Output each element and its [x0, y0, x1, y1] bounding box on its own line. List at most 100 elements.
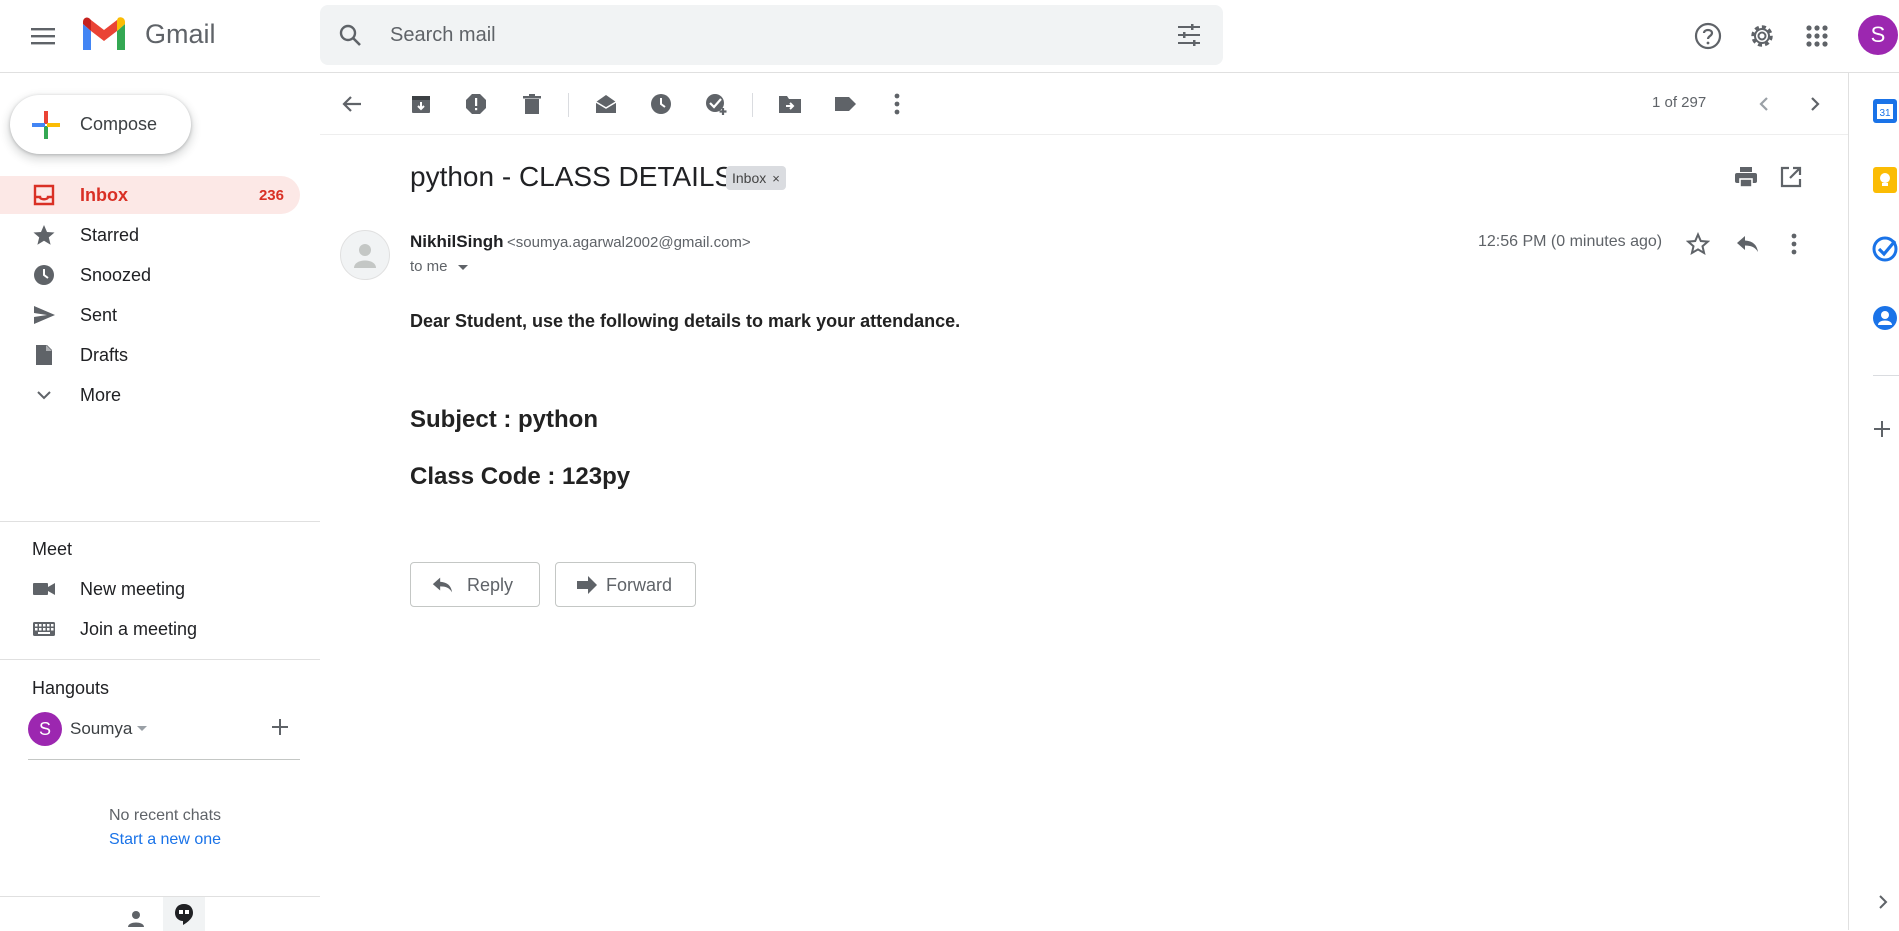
top-header: Gmail S: [0, 0, 1899, 73]
hangouts-tab[interactable]: [163, 897, 205, 931]
more-message-options-button[interactable]: [1778, 228, 1810, 260]
recipient-text: to me: [410, 258, 448, 275]
star-message-button[interactable]: [1682, 228, 1714, 260]
inbox-icon: [32, 183, 56, 207]
compose-plus-icon: [30, 109, 62, 141]
side-panel: 31: [1848, 73, 1899, 930]
join-meeting-link[interactable]: Join a meeting: [0, 610, 300, 648]
open-new-window-button[interactable]: [1775, 161, 1807, 193]
gear-icon: [1751, 25, 1773, 47]
person-icon: [128, 911, 144, 927]
back-button[interactable]: [334, 86, 370, 122]
snooze-button[interactable]: [643, 86, 679, 122]
search-input[interactable]: [390, 19, 1130, 51]
report-icon: [466, 94, 486, 114]
side-panel-divider: [1873, 375, 1899, 376]
help-button[interactable]: [1688, 16, 1728, 56]
google-apps-button[interactable]: [1797, 16, 1837, 56]
tasks-icon: [1872, 236, 1898, 262]
search-icon[interactable]: [334, 19, 366, 51]
archive-icon: [412, 96, 430, 113]
sidebar-item-label: Sent: [80, 305, 118, 325]
plus-icon: [272, 719, 288, 735]
remove-label-button[interactable]: ×: [772, 171, 780, 186]
message-view: 1 of 297 python - CLASS DETAILS Inbox × N…: [320, 73, 1848, 930]
reply-icon-button[interactable]: [1731, 228, 1763, 260]
get-addons-button[interactable]: [1871, 418, 1899, 446]
reply-icon: [431, 575, 453, 595]
sidebar-item-inbox[interactable]: Inbox 236: [0, 176, 300, 214]
apps-grid-icon: [1806, 25, 1828, 47]
more-vert-icon: [1791, 233, 1797, 255]
search-options-icon[interactable]: [1173, 19, 1205, 51]
sender-name[interactable]: NikhilSingh: [410, 232, 504, 252]
contacts-app-button[interactable]: [1871, 304, 1899, 332]
delete-button[interactable]: [514, 86, 550, 122]
add-to-tasks-button[interactable]: [698, 86, 734, 122]
new-meeting-link[interactable]: New meeting: [0, 570, 300, 608]
reply-button[interactable]: Reply: [410, 562, 540, 607]
contacts-tab[interactable]: [124, 907, 148, 931]
show-details-caret-icon[interactable]: [454, 258, 472, 276]
sidebar-item-starred[interactable]: Starred: [0, 216, 300, 254]
sidebar-item-sent[interactable]: Sent: [0, 296, 300, 334]
chevron-left-icon: [1759, 97, 1768, 111]
hangouts-bottom-bar: [0, 896, 320, 931]
print-icon: [1735, 167, 1757, 188]
clock-icon: [651, 94, 671, 114]
tasks-app-button[interactable]: [1871, 235, 1899, 263]
labels-button[interactable]: [827, 86, 863, 122]
move-to-button[interactable]: [772, 86, 808, 122]
keep-icon: [1873, 167, 1897, 193]
calendar-icon: 31: [1873, 99, 1897, 123]
move-to-folder-icon: [779, 96, 801, 113]
toolbar-separator: [568, 93, 569, 117]
report-spam-button[interactable]: [458, 86, 494, 122]
forward-button[interactable]: Forward: [555, 562, 696, 607]
sidebar-item-more[interactable]: More: [0, 376, 300, 414]
keep-app-button[interactable]: [1871, 165, 1899, 193]
add-hangout-button[interactable]: [268, 715, 292, 739]
sidebar-item-label: Inbox: [80, 185, 128, 205]
newer-button[interactable]: [1746, 86, 1782, 122]
gmail-logo-icon[interactable]: [80, 16, 128, 52]
video-camera-icon: [32, 577, 56, 601]
sidebar-item-drafts[interactable]: Drafts: [0, 336, 300, 374]
print-all-button[interactable]: [1730, 161, 1762, 193]
more-actions-button[interactable]: [879, 86, 915, 122]
caret-down-icon[interactable]: [135, 719, 149, 737]
help-icon: [1694, 22, 1722, 50]
main-menu-button[interactable]: [24, 16, 64, 56]
calendar-app-button[interactable]: 31: [1871, 97, 1899, 125]
keyboard-icon: [32, 617, 56, 641]
inbox-label-chip[interactable]: Inbox ×: [726, 166, 786, 190]
meet-section-title: Meet: [32, 539, 73, 559]
message-body-subject: Subject : python: [410, 406, 598, 433]
account-avatar[interactable]: S: [1858, 15, 1898, 55]
compose-button[interactable]: Compose: [10, 95, 191, 154]
hangouts-divider: [28, 759, 300, 760]
sender-avatar[interactable]: [340, 230, 390, 280]
add-task-icon: [706, 94, 727, 115]
hangouts-user-avatar[interactable]: S: [28, 712, 62, 746]
send-icon: [32, 303, 56, 327]
message-toolbar: 1 of 297: [320, 73, 1848, 135]
hangouts-icon: [175, 904, 193, 925]
show-side-panel-button[interactable]: [1871, 890, 1895, 914]
settings-button[interactable]: [1742, 16, 1782, 56]
mark-unread-icon: [595, 95, 617, 113]
message-subject: python - CLASS DETAILS: [410, 161, 734, 192]
reply-label: Reply: [467, 575, 514, 595]
message-body-class-code: Class Code : 123py: [410, 463, 631, 490]
chevron-right-icon: [1811, 97, 1820, 111]
sidebar-item-label: Drafts: [80, 345, 129, 365]
sidebar-item-snoozed[interactable]: Snoozed: [0, 256, 300, 294]
hangouts-user-name[interactable]: Soumya: [70, 719, 132, 739]
open-in-new-icon: [1780, 166, 1802, 188]
arrow-back-icon: [342, 96, 361, 112]
mark-unread-button[interactable]: [588, 86, 624, 122]
star-icon: [32, 223, 56, 247]
archive-button[interactable]: [403, 86, 439, 122]
older-button[interactable]: [1797, 86, 1833, 122]
start-new-chat-link[interactable]: Start a new one: [0, 831, 330, 849]
